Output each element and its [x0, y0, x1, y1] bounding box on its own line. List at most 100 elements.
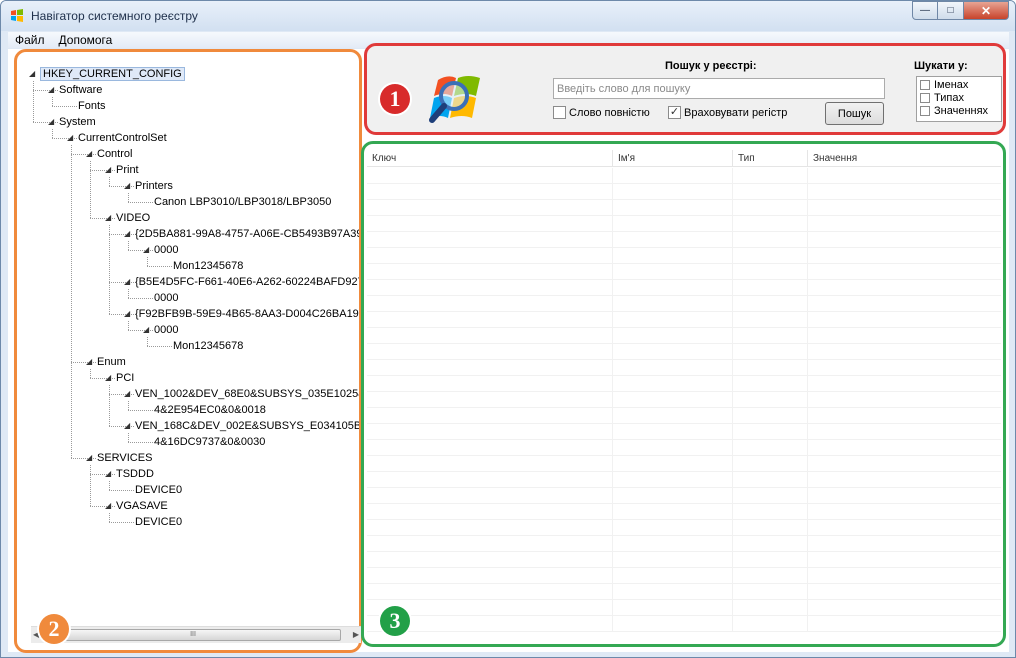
table-row[interactable]	[367, 232, 1001, 248]
tree-expand-toggle-icon[interactable]: ◢	[143, 323, 149, 337]
tree-expand-toggle-icon[interactable]: ◢	[143, 243, 149, 257]
tree-node[interactable]: CurrentControlSet	[78, 131, 167, 145]
menu-help[interactable]: Допомога	[52, 33, 120, 47]
table-row[interactable]	[367, 216, 1001, 232]
tree-expand-toggle-icon[interactable]: ◢	[67, 131, 73, 145]
search-in-names-checkbox[interactable]: Іменах	[920, 78, 998, 91]
tree-node[interactable]: Printers	[135, 179, 173, 193]
table-row[interactable]	[367, 472, 1001, 488]
tree-node[interactable]: 4&16DC9737&0&0030	[154, 435, 265, 449]
table-row[interactable]	[367, 264, 1001, 280]
tree-expand-toggle-icon[interactable]: ◢	[124, 179, 130, 193]
column-name[interactable]: Ім'я	[613, 150, 733, 167]
minimize-button[interactable]: —	[912, 1, 938, 20]
tree-expand-toggle-icon[interactable]: ◢	[105, 499, 111, 513]
table-row[interactable]	[367, 616, 1001, 632]
tree-expand-toggle-icon[interactable]: ◢	[105, 467, 111, 481]
tree-node[interactable]: TSDDD	[116, 467, 154, 481]
menu-file[interactable]: Файл	[8, 33, 52, 47]
tree-node[interactable]: Fonts	[78, 99, 106, 113]
match-case-checkbox-box[interactable]: ✓	[668, 106, 681, 119]
tree-expand-toggle-icon[interactable]: ◢	[86, 355, 92, 369]
table-row[interactable]	[367, 184, 1001, 200]
tree-expand-toggle-icon[interactable]: ◢	[29, 67, 35, 81]
title-bar[interactable]: Навігатор системного реєстру — □ ✕	[1, 1, 1015, 31]
table-row[interactable]	[367, 168, 1001, 184]
tree-expand-toggle-icon[interactable]: ◢	[124, 307, 130, 321]
registry-tree[interactable]: ◢ HKEY_CURRENT_CONFIG ◢ Software Fonts ◢ Syste…	[17, 52, 359, 622]
search-in-values-box[interactable]	[920, 105, 930, 116]
column-key[interactable]: Ключ	[367, 150, 613, 167]
tree-node[interactable]: VIDEO	[116, 211, 150, 225]
table-row[interactable]	[367, 584, 1001, 600]
table-row[interactable]	[367, 376, 1001, 392]
search-in-names-box[interactable]	[920, 79, 930, 90]
tree-expand-toggle-icon[interactable]: ◢	[48, 83, 54, 97]
tree-node[interactable]: VEN_168C&DEV_002E&SUBSYS_E034105B&R	[135, 419, 359, 433]
tree-node[interactable]: Print	[116, 163, 139, 177]
tree-node[interactable]: VEN_1002&DEV_68E0&SUBSYS_035E1025&R	[135, 387, 359, 401]
table-row[interactable]	[367, 424, 1001, 440]
match-case-checkbox[interactable]: ✓ Враховувати регістр	[668, 106, 787, 119]
table-row[interactable]	[367, 312, 1001, 328]
tree-node[interactable]: System	[59, 115, 96, 129]
table-row[interactable]	[367, 600, 1001, 616]
tree-node[interactable]: {B5E4D5FC-F661-40E6-A262-60224BAFD927	[135, 275, 359, 289]
tree-node[interactable]: Software	[59, 83, 102, 97]
tree-expand-toggle-icon[interactable]: ◢	[124, 227, 130, 241]
tree-expand-toggle-icon[interactable]: ◢	[124, 419, 130, 433]
scroll-thumb[interactable]: III	[45, 629, 341, 641]
table-row[interactable]	[367, 520, 1001, 536]
table-row[interactable]	[367, 568, 1001, 584]
maximize-button[interactable]: □	[938, 1, 964, 20]
search-in-types-checkbox[interactable]: Типах	[920, 91, 998, 104]
scroll-right-arrow-icon[interactable]: ▶	[353, 630, 359, 639]
tree-expand-toggle-icon[interactable]: ◢	[86, 147, 92, 161]
search-in-types-box[interactable]	[920, 92, 930, 103]
tree-node[interactable]: Control	[97, 147, 132, 161]
close-button[interactable]: ✕	[964, 1, 1009, 20]
search-in-values-checkbox[interactable]: Значеннях	[920, 104, 998, 117]
table-row[interactable]	[367, 456, 1001, 472]
tree-node[interactable]: DEVICE0	[135, 483, 182, 497]
tree-node[interactable]: SERVICES	[97, 451, 152, 465]
whole-word-checkbox-box[interactable]	[553, 106, 566, 119]
tree-node[interactable]: Canon LBP3010/LBP3018/LBP3050	[154, 195, 331, 209]
tree-node[interactable]: Enum	[97, 355, 126, 369]
tree-node[interactable]: 0000	[154, 323, 178, 337]
table-row[interactable]	[367, 280, 1001, 296]
tree-expand-toggle-icon[interactable]: ◢	[105, 163, 111, 177]
table-row[interactable]	[367, 328, 1001, 344]
whole-word-checkbox[interactable]: Слово повністю	[553, 106, 650, 119]
table-row[interactable]	[367, 408, 1001, 424]
tree-node[interactable]: Mon12345678	[173, 339, 243, 353]
tree-node[interactable]: Mon12345678	[173, 259, 243, 273]
column-type[interactable]: Тип	[733, 150, 808, 167]
tree-expand-toggle-icon[interactable]: ◢	[86, 451, 92, 465]
search-input[interactable]	[553, 78, 885, 99]
table-row[interactable]	[367, 552, 1001, 568]
tree-node[interactable]: PCI	[116, 371, 134, 385]
tree-expand-toggle-icon[interactable]: ◢	[124, 275, 130, 289]
tree-expand-toggle-icon[interactable]: ◢	[105, 211, 111, 225]
tree-node[interactable]: {2D5BA881-99A8-4757-A06E-CB5493B97A39	[135, 227, 359, 241]
tree-node[interactable]: 0000	[154, 291, 178, 305]
table-row[interactable]	[367, 504, 1001, 520]
tree-node[interactable]: 4&2E954EC0&0&0018	[154, 403, 266, 417]
table-row[interactable]	[367, 488, 1001, 504]
tree-expand-toggle-icon[interactable]: ◢	[124, 387, 130, 401]
tree-expand-toggle-icon[interactable]: ◢	[105, 371, 111, 385]
table-row[interactable]	[367, 248, 1001, 264]
tree-node[interactable]: HKEY_CURRENT_CONFIG	[40, 67, 185, 81]
table-row[interactable]	[367, 296, 1001, 312]
tree-node[interactable]: VGASAVE	[116, 499, 168, 513]
table-row[interactable]	[367, 536, 1001, 552]
column-value[interactable]: Значення	[808, 150, 1001, 167]
table-row[interactable]	[367, 344, 1001, 360]
tree-node[interactable]: 0000	[154, 243, 178, 257]
table-row[interactable]	[367, 440, 1001, 456]
table-row[interactable]	[367, 360, 1001, 376]
table-row[interactable]	[367, 392, 1001, 408]
tree-node[interactable]: DEVICE0	[135, 515, 182, 529]
table-row[interactable]	[367, 200, 1001, 216]
